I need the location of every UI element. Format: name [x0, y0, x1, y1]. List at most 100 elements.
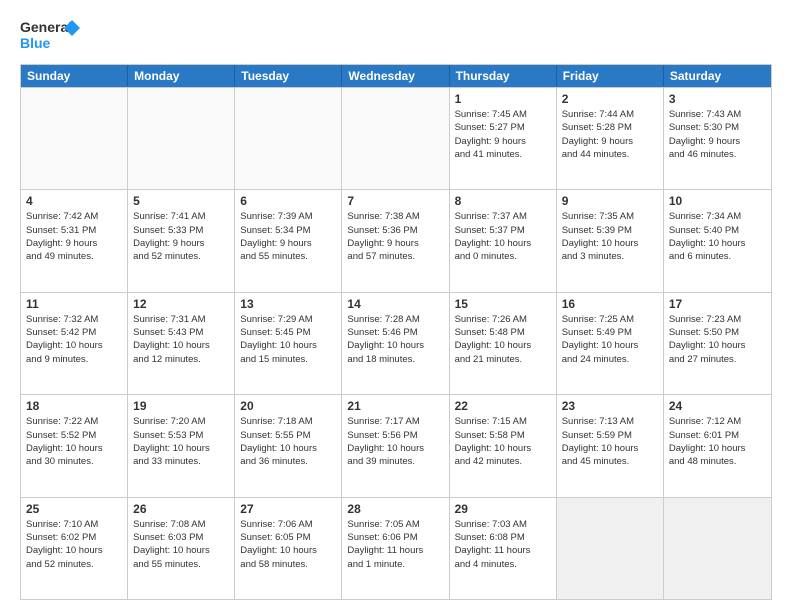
day-info: Sunrise: 7:15 AM Sunset: 5:58 PM Dayligh… [455, 415, 551, 468]
day-number: 4 [26, 194, 122, 208]
empty-cell [342, 88, 449, 189]
day-cell-11: 11 Sunrise: 7:32 AM Sunset: 5:42 PM Dayli… [21, 293, 128, 394]
day-cell-18: 18 Sunrise: 7:22 AM Sunset: 5:52 PM Dayli… [21, 395, 128, 496]
day-info: Sunrise: 7:45 AM Sunset: 5:27 PM Dayligh… [455, 108, 551, 161]
day-cell-22: 22 Sunrise: 7:15 AM Sunset: 5:58 PM Dayli… [450, 395, 557, 496]
day-cell-24: 24 Sunrise: 7:12 AM Sunset: 6:01 PM Dayli… [664, 395, 771, 496]
day-info: Sunrise: 7:44 AM Sunset: 5:28 PM Dayligh… [562, 108, 658, 161]
day-number: 2 [562, 92, 658, 106]
day-cell-12: 12 Sunrise: 7:31 AM Sunset: 5:43 PM Dayli… [128, 293, 235, 394]
day-number: 23 [562, 399, 658, 413]
day-number: 12 [133, 297, 229, 311]
day-info: Sunrise: 7:17 AM Sunset: 5:56 PM Dayligh… [347, 415, 443, 468]
day-info: Sunrise: 7:43 AM Sunset: 5:30 PM Dayligh… [669, 108, 766, 161]
day-cell-5: 5 Sunrise: 7:41 AM Sunset: 5:33 PM Daylig… [128, 190, 235, 291]
day-number: 1 [455, 92, 551, 106]
day-number: 18 [26, 399, 122, 413]
calendar-week-1: 1 Sunrise: 7:45 AM Sunset: 5:27 PM Daylig… [21, 87, 771, 189]
day-cell-2: 2 Sunrise: 7:44 AM Sunset: 5:28 PM Daylig… [557, 88, 664, 189]
day-number: 19 [133, 399, 229, 413]
day-cell-3: 3 Sunrise: 7:43 AM Sunset: 5:30 PM Daylig… [664, 88, 771, 189]
day-cell-1: 1 Sunrise: 7:45 AM Sunset: 5:27 PM Daylig… [450, 88, 557, 189]
day-cell-6: 6Sunrise: 7:39 AM Sunset: 5:34 PM Daylig… [235, 190, 342, 291]
day-number: 11 [26, 297, 122, 311]
day-cell-7: 7 Sunrise: 7:38 AM Sunset: 5:36 PM Daylig… [342, 190, 449, 291]
day-number: 28 [347, 502, 443, 516]
day-number: 20 [240, 399, 336, 413]
day-cell-15: 15 Sunrise: 7:26 AM Sunset: 5:48 PM Dayli… [450, 293, 557, 394]
day-number: 9 [562, 194, 658, 208]
day-cell-27: 27 Sunrise: 7:06 AM Sunset: 6:05 PM Dayli… [235, 498, 342, 599]
day-info: Sunrise: 7:22 AM Sunset: 5:52 PM Dayligh… [26, 415, 122, 468]
calendar-week-3: 11 Sunrise: 7:32 AM Sunset: 5:42 PM Dayli… [21, 292, 771, 394]
day-info: Sunrise: 7:37 AM Sunset: 5:37 PM Dayligh… [455, 210, 551, 263]
day-info: Sunrise: 7:12 AM Sunset: 6:01 PM Dayligh… [669, 415, 766, 468]
day-info: Sunrise: 7:05 AM Sunset: 6:06 PM Dayligh… [347, 518, 443, 571]
day-number: 25 [26, 502, 122, 516]
day-cell-10: 10Sunrise: 7:34 AM Sunset: 5:40 PM Dayli… [664, 190, 771, 291]
calendar-week-2: 4 Sunrise: 7:42 AM Sunset: 5:31 PM Daylig… [21, 189, 771, 291]
day-number: 7 [347, 194, 443, 208]
day-info: Sunrise: 7:42 AM Sunset: 5:31 PM Dayligh… [26, 210, 122, 263]
day-number: 5 [133, 194, 229, 208]
day-cell-4: 4 Sunrise: 7:42 AM Sunset: 5:31 PM Daylig… [21, 190, 128, 291]
day-cell-21: 21Sunrise: 7:17 AM Sunset: 5:56 PM Dayli… [342, 395, 449, 496]
day-info: Sunrise: 7:32 AM Sunset: 5:42 PM Dayligh… [26, 313, 122, 366]
day-number: 29 [455, 502, 551, 516]
day-info: Sunrise: 7:08 AM Sunset: 6:03 PM Dayligh… [133, 518, 229, 571]
day-info: Sunrise: 7:35 AM Sunset: 5:39 PM Dayligh… [562, 210, 658, 263]
day-number: 17 [669, 297, 766, 311]
calendar-week-4: 18 Sunrise: 7:22 AM Sunset: 5:52 PM Dayli… [21, 394, 771, 496]
day-cell-19: 19 Sunrise: 7:20 AM Sunset: 5:53 PM Dayli… [128, 395, 235, 496]
day-cell-9: 9 Sunrise: 7:35 AM Sunset: 5:39 PM Daylig… [557, 190, 664, 291]
day-info: Sunrise: 7:38 AM Sunset: 5:36 PM Dayligh… [347, 210, 443, 263]
empty-cell [128, 88, 235, 189]
calendar-body: 1 Sunrise: 7:45 AM Sunset: 5:27 PM Daylig… [21, 87, 771, 599]
day-cell-16: 16 Sunrise: 7:25 AM Sunset: 5:49 PM Dayli… [557, 293, 664, 394]
calendar-week-5: 25Sunrise: 7:10 AM Sunset: 6:02 PM Dayli… [21, 497, 771, 599]
header-day-wednesday: Wednesday [342, 65, 449, 87]
day-number: 27 [240, 502, 336, 516]
day-info: Sunrise: 7:23 AM Sunset: 5:50 PM Dayligh… [669, 313, 766, 366]
day-cell-28: 28 Sunrise: 7:05 AM Sunset: 6:06 PM Dayli… [342, 498, 449, 599]
calendar: SundayMondayTuesdayWednesdayThursdayFrid… [20, 64, 772, 600]
day-number: 3 [669, 92, 766, 106]
header-day-saturday: Saturday [664, 65, 771, 87]
day-number: 13 [240, 297, 336, 311]
day-info: Sunrise: 7:29 AM Sunset: 5:45 PM Dayligh… [240, 313, 336, 366]
day-info: Sunrise: 7:41 AM Sunset: 5:33 PM Dayligh… [133, 210, 229, 263]
day-cell-20: 20 Sunrise: 7:18 AM Sunset: 5:55 PM Dayli… [235, 395, 342, 496]
day-cell-26: 26Sunrise: 7:08 AM Sunset: 6:03 PM Dayli… [128, 498, 235, 599]
day-number: 8 [455, 194, 551, 208]
day-number: 22 [455, 399, 551, 413]
day-info: Sunrise: 7:25 AM Sunset: 5:49 PM Dayligh… [562, 313, 658, 366]
day-number: 15 [455, 297, 551, 311]
day-info: Sunrise: 7:18 AM Sunset: 5:55 PM Dayligh… [240, 415, 336, 468]
day-cell-13: 13 Sunrise: 7:29 AM Sunset: 5:45 PM Dayli… [235, 293, 342, 394]
day-info: Sunrise: 7:34 AM Sunset: 5:40 PM Dayligh… [669, 210, 766, 263]
day-number: 14 [347, 297, 443, 311]
day-info: Sunrise: 7:03 AM Sunset: 6:08 PM Dayligh… [455, 518, 551, 571]
day-info: Sunrise: 7:26 AM Sunset: 5:48 PM Dayligh… [455, 313, 551, 366]
day-info: Sunrise: 7:31 AM Sunset: 5:43 PM Dayligh… [133, 313, 229, 366]
day-number: 6 [240, 194, 336, 208]
header-day-monday: Monday [128, 65, 235, 87]
day-number: 24 [669, 399, 766, 413]
logo: General Blue [20, 16, 80, 56]
day-number: 16 [562, 297, 658, 311]
calendar-header: SundayMondayTuesdayWednesdayThursdayFrid… [21, 65, 771, 87]
svg-text:General: General [20, 19, 72, 35]
empty-cell [664, 498, 771, 599]
svg-text:Blue: Blue [20, 35, 51, 51]
day-info: Sunrise: 7:06 AM Sunset: 6:05 PM Dayligh… [240, 518, 336, 571]
logo-svg: General Blue [20, 16, 80, 56]
day-cell-17: 17 Sunrise: 7:23 AM Sunset: 5:50 PM Dayli… [664, 293, 771, 394]
day-info: Sunrise: 7:28 AM Sunset: 5:46 PM Dayligh… [347, 313, 443, 366]
day-cell-8: 8 Sunrise: 7:37 AM Sunset: 5:37 PM Daylig… [450, 190, 557, 291]
day-cell-25: 25Sunrise: 7:10 AM Sunset: 6:02 PM Dayli… [21, 498, 128, 599]
day-info: Sunrise: 7:20 AM Sunset: 5:53 PM Dayligh… [133, 415, 229, 468]
header-day-sunday: Sunday [21, 65, 128, 87]
header-day-friday: Friday [557, 65, 664, 87]
day-info: Sunrise: 7:13 AM Sunset: 5:59 PM Dayligh… [562, 415, 658, 468]
day-cell-29: 29 Sunrise: 7:03 AM Sunset: 6:08 PM Dayli… [450, 498, 557, 599]
